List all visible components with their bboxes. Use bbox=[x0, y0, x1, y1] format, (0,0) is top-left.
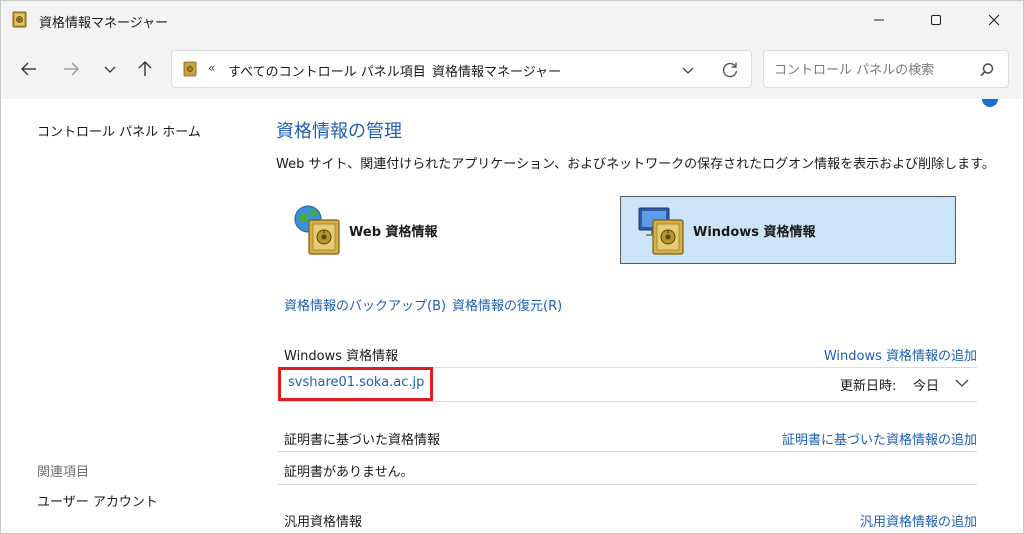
back-button[interactable] bbox=[17, 57, 41, 81]
divider bbox=[278, 451, 977, 452]
monitor-vault-icon bbox=[638, 207, 684, 255]
up-button[interactable] bbox=[133, 57, 157, 81]
breadcrumb-credential-manager[interactable]: 資格情報マネージャー bbox=[432, 61, 561, 80]
no-certificates-message: 証明書がありません。 bbox=[284, 465, 414, 480]
credential-name[interactable]: svshare01.soka.ac.jp bbox=[288, 375, 424, 390]
add-certificate-credential-link[interactable]: 証明書に基づいた資格情報の追加 bbox=[782, 429, 977, 448]
close-icon bbox=[988, 14, 1000, 26]
content-area: コントロール パネル ホーム 関連項目 ユーザー アカウント 資格情報の管理 W… bbox=[1, 99, 1023, 533]
related-heading: 関連項目 bbox=[37, 465, 90, 480]
modified-label: 更新日時: bbox=[840, 379, 897, 394]
web-credentials-tile[interactable]: Web 資格情報 bbox=[287, 196, 597, 264]
forward-button[interactable] bbox=[59, 57, 83, 81]
window-title: 資格情報マネージャー bbox=[39, 16, 169, 31]
breadcrumb-overflow[interactable]: « bbox=[208, 61, 215, 75]
navigation-bar: « すべてのコントロール パネル項目 › 資格情報マネージャー bbox=[1, 39, 1023, 99]
maximize-button[interactable] bbox=[913, 1, 959, 39]
add-windows-credential-link[interactable]: Windows 資格情報の追加 bbox=[824, 345, 977, 364]
address-dropdown-icon[interactable] bbox=[680, 62, 696, 78]
restore-credentials-link[interactable]: 資格情報の復元(R) bbox=[452, 295, 562, 314]
search-input[interactable] bbox=[774, 60, 974, 80]
breadcrumb-all-control-panel-items[interactable]: すべてのコントロール パネル項目 bbox=[228, 61, 426, 80]
control-panel-home-link[interactable]: コントロール パネル ホーム bbox=[37, 121, 201, 140]
maximize-icon bbox=[931, 15, 941, 25]
page-description: Web サイト、関連付けられたアプリケーション、およびネットワークの保存されたロ… bbox=[276, 157, 995, 172]
web-credentials-label: Web 資格情報 bbox=[349, 224, 438, 240]
arrow-up-icon bbox=[138, 61, 152, 76]
address-bar[interactable]: « すべてのコントロール パネル項目 › 資格情報マネージャー bbox=[171, 50, 752, 88]
generic-credentials-heading: 汎用資格情報 bbox=[284, 515, 363, 530]
breadcrumb-separator[interactable]: › bbox=[414, 61, 419, 76]
control-panel-icon bbox=[183, 61, 197, 77]
globe-vault-icon bbox=[294, 205, 340, 255]
credential-entry[interactable]: svshare01.soka.ac.jp 更新日時: 今日 bbox=[278, 367, 977, 401]
minimize-button[interactable] bbox=[856, 1, 902, 39]
windows-credentials-heading: Windows 資格情報 bbox=[284, 349, 399, 364]
search-icon[interactable] bbox=[978, 61, 996, 79]
credential-vault-icon bbox=[12, 11, 27, 28]
add-generic-credential-link[interactable]: 汎用資格情報の追加 bbox=[860, 511, 977, 530]
arrow-left-icon bbox=[21, 62, 36, 76]
windows-credentials-label: Windows 資格情報 bbox=[693, 224, 816, 240]
windows-credentials-tile[interactable]: Windows 資格情報 bbox=[620, 196, 956, 264]
page-title: 資格情報の管理 bbox=[276, 121, 402, 142]
chevron-down-icon[interactable] bbox=[954, 375, 970, 391]
user-accounts-link[interactable]: ユーザー アカウント bbox=[37, 491, 158, 510]
refresh-icon[interactable] bbox=[720, 60, 740, 80]
close-button[interactable] bbox=[971, 1, 1017, 39]
search-box[interactable] bbox=[763, 50, 1009, 88]
recent-locations-button[interactable] bbox=[98, 57, 122, 81]
help-icon[interactable] bbox=[982, 99, 998, 107]
modified-value: 今日 bbox=[913, 379, 940, 394]
certificate-credentials-section: 証明書に基づいた資格情報 証明書に基づいた資格情報の追加 bbox=[284, 429, 977, 453]
backup-credentials-link[interactable]: 資格情報のバックアップ(B) bbox=[284, 295, 446, 314]
minimize-icon bbox=[874, 19, 884, 21]
divider bbox=[278, 401, 977, 402]
chevron-down-icon bbox=[104, 66, 116, 73]
certificate-credentials-heading: 証明書に基づいた資格情報 bbox=[284, 433, 441, 448]
arrow-right-icon bbox=[64, 62, 79, 76]
title-bar: 資格情報マネージャー bbox=[1, 1, 1023, 39]
generic-credentials-section: 汎用資格情報 汎用資格情報の追加 bbox=[284, 511, 977, 534]
windows-credentials-section: Windows 資格情報 Windows 資格情報の追加 bbox=[284, 345, 977, 369]
divider bbox=[278, 484, 977, 485]
